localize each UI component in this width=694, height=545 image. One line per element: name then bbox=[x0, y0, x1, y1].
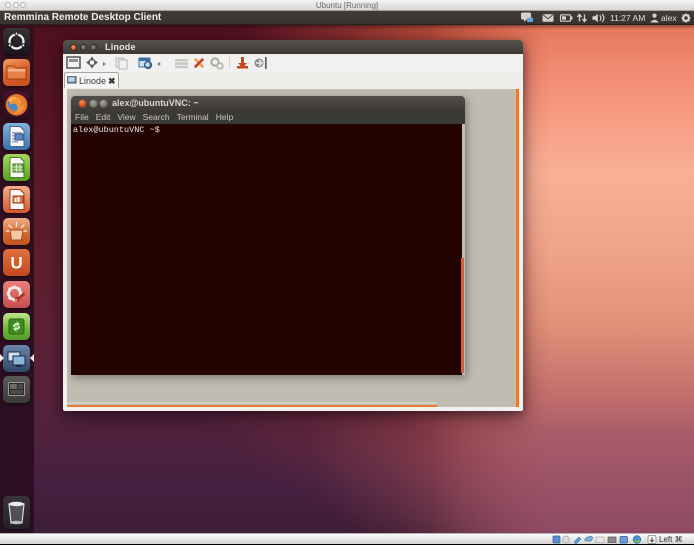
svg-text:U: U bbox=[10, 254, 22, 273]
